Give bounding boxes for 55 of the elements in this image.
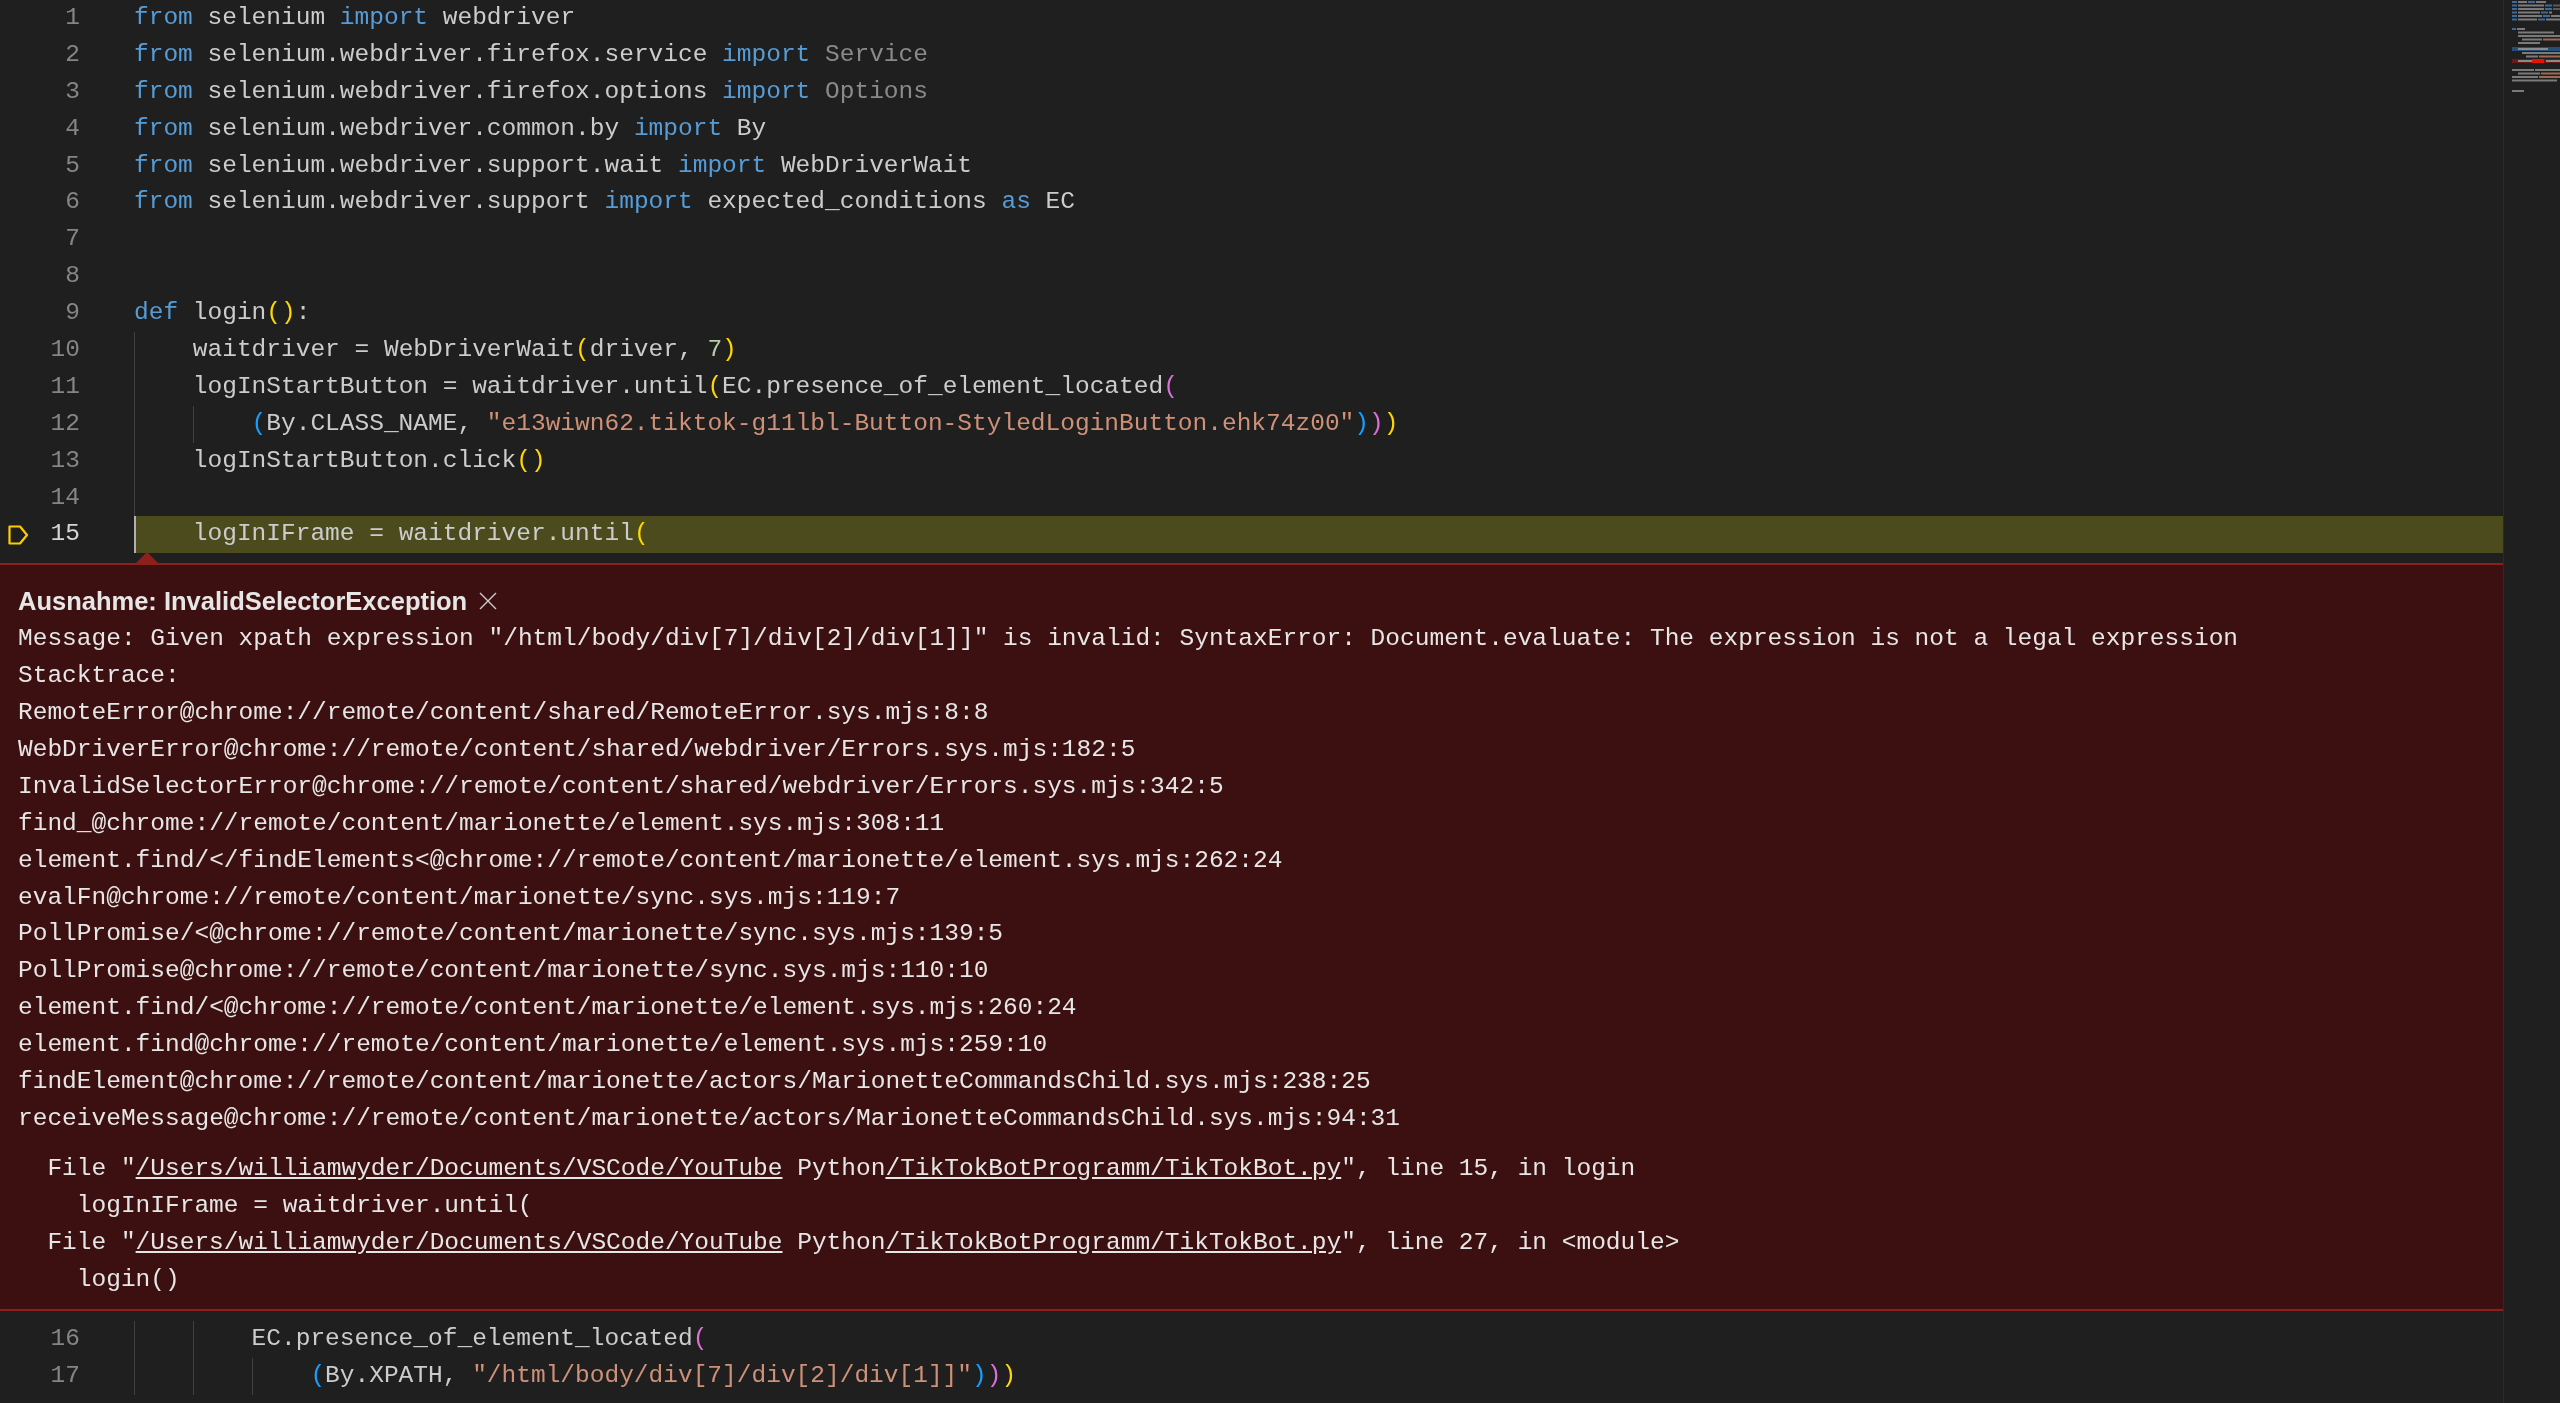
output-line: Message: Given xpath expression "/html/body/div[7]/div[2]/div[1]]" is invalid: SyntaxError: Document.evaluate: The expression is not a legal expression bbox=[18, 625, 2239, 653]
output-line: evalFn@chrome://remote/content/marionette/sync.sys.mjs:119:7 bbox=[18, 883, 901, 911]
code-line: waitdriver = WebDriverWait(driver, 7) bbox=[192, 335, 737, 365]
line-number: 5 bbox=[65, 151, 80, 179]
line-number: 8 bbox=[65, 262, 80, 290]
output-line: receiveMessage@chrome://remote/content/marionette/actors/MarionetteCommandsChild.sys.mjs:94:31 bbox=[18, 1104, 1401, 1132]
code-line: from selenium.webdriver.support.wait import WebDriverWait bbox=[134, 150, 973, 181]
line-number: 4 bbox=[65, 114, 80, 142]
code-line: (By.XPATH, "/html/body/div[7]/div[2]/div[1]]"))) bbox=[310, 1361, 1017, 1392]
output-line: PollPromise/<@chrome://remote/content/marionette/sync.sys.mjs:139:5 bbox=[18, 920, 1004, 948]
line-number: 11 bbox=[50, 372, 80, 400]
code-line: from selenium.webdriver.common.by import By bbox=[134, 113, 767, 144]
file-path-link[interactable]: /TikTokBotProgramm/TikTokBot.py bbox=[885, 1228, 1342, 1256]
line-number: 3 bbox=[65, 77, 80, 105]
file-path-link[interactable]: /TikTokBotProgramm/TikTokBot.py bbox=[885, 1154, 1342, 1182]
close-icon[interactable] bbox=[479, 591, 498, 610]
line-number: 2 bbox=[65, 40, 80, 68]
line-number: 15 bbox=[50, 520, 80, 548]
output-line: InvalidSelectorError@chrome://remote/content/shared/webdriver/Errors.sys.mjs:342:5 bbox=[18, 772, 1224, 800]
line-number: 6 bbox=[65, 188, 80, 216]
code-line: from selenium import webdriver bbox=[134, 3, 576, 33]
output-line: WebDriverError@chrome://remote/content/shared/webdriver/Errors.sys.mjs:182:5 bbox=[18, 736, 1136, 764]
traceback-line: File "/Users/williamwyder/Documents/VSCode/YouTube Python/TikTokBotProgramm/TikTokBot.py", line 15, in login bbox=[47, 1154, 1636, 1182]
traceback-line: File "/Users/williamwyder/Documents/VSCode/YouTube Python/TikTokBotProgramm/TikTokBot.py", line 27, in <module> bbox=[47, 1228, 1680, 1256]
line-number: 16 bbox=[50, 1325, 80, 1353]
line-number: 13 bbox=[50, 446, 80, 474]
code-line: logInStartButton = waitdriver.until(EC.presence_of_element_located( bbox=[192, 371, 1178, 402]
exception-title: Ausnahme: InvalidSelectorException bbox=[18, 585, 468, 617]
output-line: Stacktrace: bbox=[18, 662, 180, 690]
code-line: (By.CLASS_NAME, "e13wiwn62.tiktok-g11lbl-Button-StyledLoginButton.ehk74z00"))) bbox=[251, 408, 1399, 439]
line-number: 7 bbox=[65, 225, 80, 253]
output-line: find_@chrome://remote/content/marionette/element.sys.mjs:308:11 bbox=[18, 809, 945, 837]
source-code-line: login() bbox=[76, 1265, 180, 1293]
code-line: logInIFrame = waitdriver.until( bbox=[192, 519, 649, 550]
code-line: def login(): bbox=[134, 298, 311, 329]
file-path-link[interactable]: /Users/williamwyder/Documents/VSCode/YouTube bbox=[135, 1154, 783, 1182]
code-line: EC.presence_of_element_located( bbox=[251, 1324, 708, 1355]
code-line: from selenium.webdriver.firefox.service import Service bbox=[134, 39, 928, 70]
source-code-line: logInIFrame = waitdriver.until( bbox=[76, 1191, 533, 1219]
line-number: 1 bbox=[65, 4, 80, 31]
line-number: 12 bbox=[50, 409, 80, 437]
output-line: PollPromise@chrome://remote/content/marionette/sync.sys.mjs:110:10 bbox=[18, 957, 989, 985]
code-line: from selenium.webdriver.support import expected_conditions as EC bbox=[134, 187, 1075, 218]
output-line: element.find/<@chrome://remote/content/marionette/element.sys.mjs:260:24 bbox=[18, 994, 1077, 1022]
code-line: from selenium.webdriver.firefox.options import Options bbox=[134, 76, 928, 107]
line-number: 17 bbox=[50, 1362, 80, 1390]
line-number: 10 bbox=[50, 336, 80, 363]
output-line: element.find/</findElements<@chrome://remote/content/marionette/element.sys.mjs:262:24 bbox=[18, 846, 1283, 874]
file-path-link[interactable]: /Users/williamwyder/Documents/VSCode/YouTube bbox=[135, 1228, 783, 1256]
output-line: RemoteError@chrome://remote/content/shared/RemoteError.sys.mjs:8:8 bbox=[18, 699, 989, 727]
code-line: logInStartButton.click() bbox=[192, 445, 546, 476]
output-line: findElement@chrome://remote/content/marionette/actors/MarionetteCommandsChild.sys.mjs:238:25 bbox=[18, 1068, 1371, 1096]
line-number: 9 bbox=[65, 299, 80, 327]
line-number: 14 bbox=[50, 483, 80, 511]
output-line: element.find@chrome://remote/content/marionette/element.sys.mjs:259:10 bbox=[18, 1031, 1048, 1059]
